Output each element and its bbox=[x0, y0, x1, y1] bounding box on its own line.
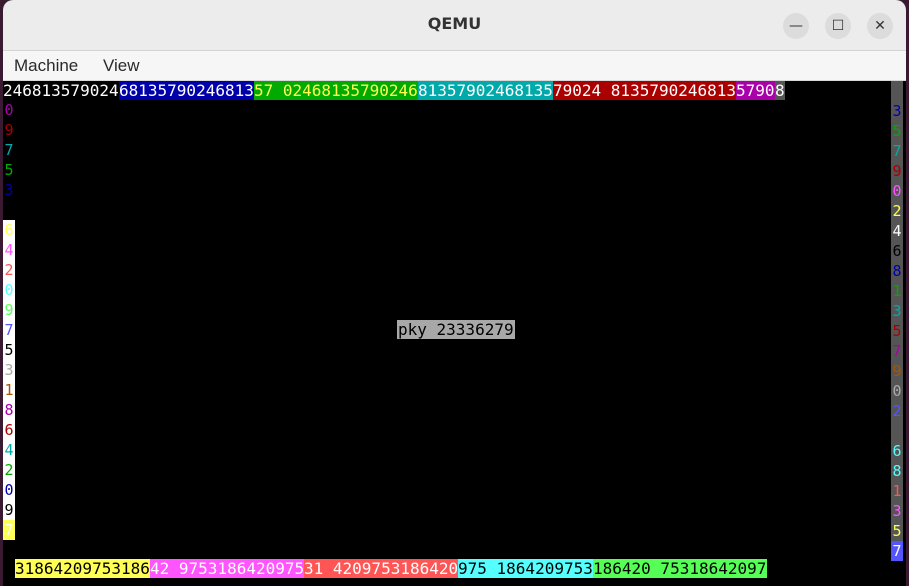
left-cell: 4 bbox=[3, 440, 15, 460]
left-cell: 9 bbox=[3, 120, 15, 140]
right-cell bbox=[891, 81, 903, 101]
bottom-segment: 186420 75318642097 bbox=[593, 559, 767, 578]
menu-view[interactable]: View bbox=[103, 56, 140, 76]
right-cell: 5 bbox=[891, 121, 903, 141]
bottom-segment: 31 4209753186420 bbox=[304, 559, 458, 578]
right-cell: 8 bbox=[891, 261, 903, 281]
left-cell: 9 bbox=[3, 300, 15, 320]
right-cell: 0 bbox=[891, 381, 903, 401]
left-cell: 5 bbox=[3, 340, 15, 360]
right-cell: 3 bbox=[891, 501, 903, 521]
left-cell: 0 bbox=[3, 480, 15, 500]
left-color-strip: 097536420975318642097 bbox=[3, 100, 15, 540]
right-cell: 5 bbox=[891, 521, 903, 541]
right-cell: 5 bbox=[891, 321, 903, 341]
title-bar[interactable]: QEMU — ☐ ✕ bbox=[3, 0, 906, 51]
left-cell: 3 bbox=[3, 180, 15, 200]
left-cell: 6 bbox=[3, 420, 15, 440]
close-button[interactable]: ✕ bbox=[867, 13, 893, 39]
right-cell: 0 bbox=[891, 181, 903, 201]
status-message: pky 23336279 bbox=[397, 320, 515, 339]
left-cell: 4 bbox=[3, 240, 15, 260]
bottom-segment: 975 1864209753 bbox=[458, 559, 593, 578]
left-cell: 9 bbox=[3, 500, 15, 520]
top-color-strip: 246813579024 68135790246813 57 02468135790… bbox=[3, 81, 906, 100]
left-cell: 2 bbox=[3, 460, 15, 480]
left-cell: 7 bbox=[3, 520, 15, 540]
right-cell bbox=[891, 421, 903, 441]
bottom-segment: 31864209753186 bbox=[15, 559, 150, 578]
right-cell: 7 bbox=[891, 541, 903, 561]
left-cell: 0 bbox=[3, 100, 15, 120]
left-cell: 1 bbox=[3, 380, 15, 400]
menu-machine[interactable]: Machine bbox=[14, 56, 78, 76]
right-cell: 6 bbox=[891, 241, 903, 261]
right-color-strip: 3579024681357902681357 bbox=[891, 81, 903, 561]
right-cell: 7 bbox=[891, 141, 903, 161]
left-cell: 3 bbox=[3, 360, 15, 380]
left-cell: 7 bbox=[3, 140, 15, 160]
right-cell: 3 bbox=[891, 101, 903, 121]
maximize-button[interactable]: ☐ bbox=[825, 13, 851, 39]
left-cell bbox=[3, 200, 15, 220]
left-cell: 5 bbox=[3, 160, 15, 180]
top-segment: 246813579024 bbox=[3, 81, 119, 100]
bottom-color-strip: 31864209753186 42 9753186420975 31 4209753… bbox=[3, 559, 906, 578]
right-cell: 1 bbox=[891, 481, 903, 501]
right-cell: 9 bbox=[891, 161, 903, 181]
left-cell: 0 bbox=[3, 280, 15, 300]
menu-bar: Machine View bbox=[3, 51, 906, 81]
right-cell: 3 bbox=[891, 301, 903, 321]
top-segment: 8 bbox=[775, 81, 785, 100]
top-segment: 5790 bbox=[736, 81, 775, 100]
right-cell: 4 bbox=[891, 221, 903, 241]
right-cell: 1 bbox=[891, 281, 903, 301]
left-cell: 6 bbox=[3, 220, 15, 240]
vm-display[interactable]: 246813579024 68135790246813 57 02468135790… bbox=[3, 81, 906, 586]
left-cell: 7 bbox=[3, 320, 15, 340]
top-segment: 57 02468135790246 bbox=[254, 81, 418, 100]
bottom-segment: 42 9753186420975 bbox=[150, 559, 304, 578]
minimize-button[interactable]: — bbox=[783, 13, 809, 39]
qemu-window: QEMU — ☐ ✕ Machine View 246813579024 6813… bbox=[3, 0, 906, 586]
right-cell: 2 bbox=[891, 201, 903, 221]
window-title: QEMU bbox=[427, 14, 482, 33]
right-cell: 2 bbox=[891, 401, 903, 421]
top-segment: 79024 8135790246813 bbox=[553, 81, 736, 100]
top-segment: 81357902468135 bbox=[418, 81, 553, 100]
right-cell: 9 bbox=[891, 361, 903, 381]
right-cell: 7 bbox=[891, 341, 903, 361]
left-cell: 8 bbox=[3, 400, 15, 420]
right-cell: 8 bbox=[891, 461, 903, 481]
top-segment: 68135790246813 bbox=[119, 81, 254, 100]
right-cell: 6 bbox=[891, 441, 903, 461]
left-cell: 2 bbox=[3, 260, 15, 280]
